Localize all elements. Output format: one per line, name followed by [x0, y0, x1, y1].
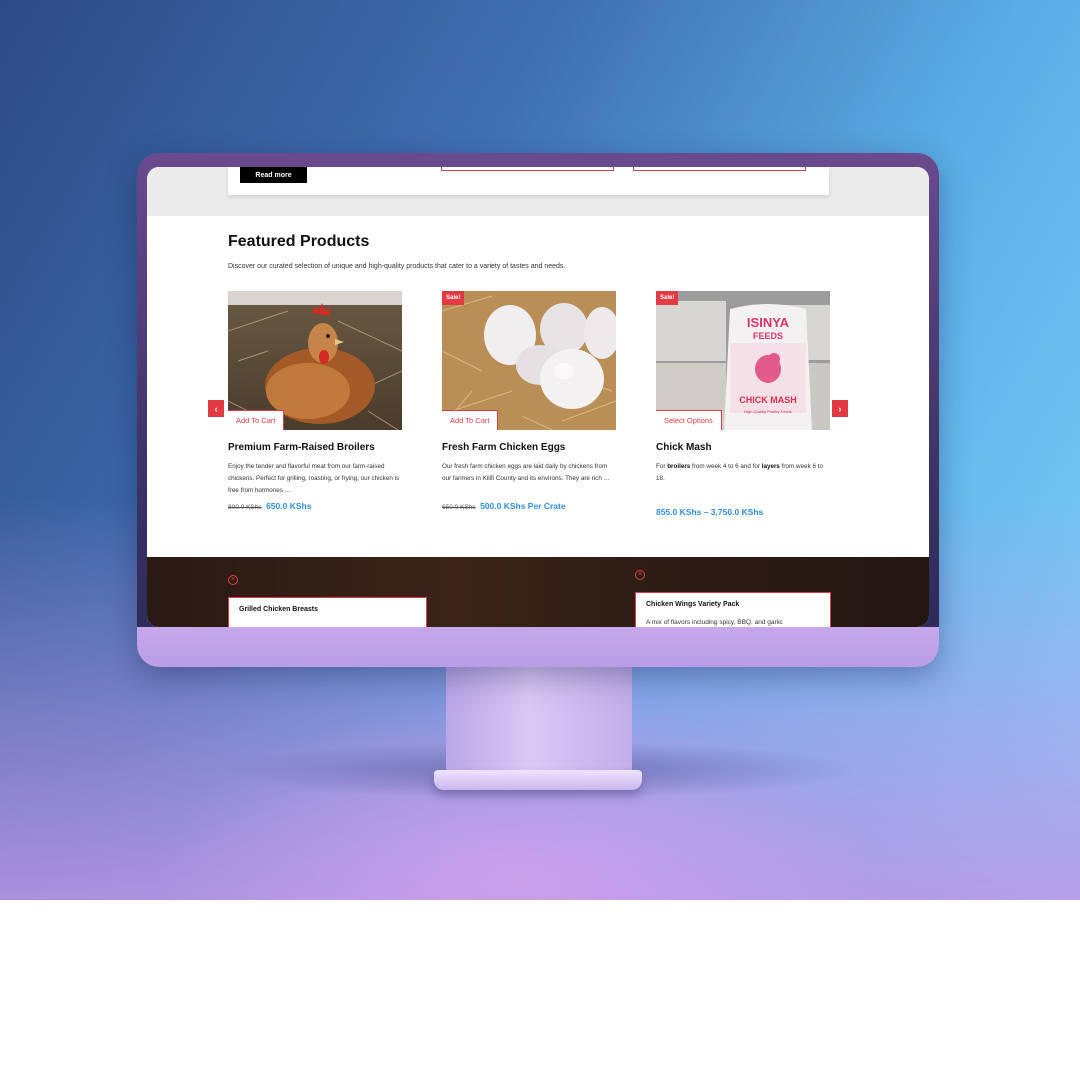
- monitor-stand-base: [434, 770, 642, 790]
- sale-badge: Sale!: [442, 291, 465, 305]
- section-description: Discover our curated selection of unique…: [228, 263, 566, 270]
- old-price: 800.0 KShs: [228, 504, 262, 511]
- product-description: Our fresh farm chicken eggs are laid dai…: [442, 463, 610, 482]
- svg-text:CHICK MASH: CHICK MASH: [739, 395, 797, 405]
- promo-card[interactable]: Grilled Chicken Breasts: [228, 597, 427, 627]
- add-to-cart-button[interactable]: Add To Cart: [442, 410, 499, 430]
- old-price: 650.0 KShs: [442, 504, 476, 511]
- svg-text:ISINYA: ISINYA: [747, 315, 790, 330]
- monitor-stand-neck: [446, 664, 632, 782]
- read-more-button[interactable]: Read more: [240, 167, 307, 183]
- add-to-cart-button[interactable]: Add To Cart: [228, 410, 285, 430]
- sale-price: 650.0 KShs: [266, 501, 312, 511]
- monitor-screen: Read more Featured Products Discover our…: [147, 167, 929, 627]
- monitor-chin: [137, 627, 939, 667]
- product-price: 650.0 KShs 500.0 KShs Per Crate: [442, 496, 566, 514]
- chevron-left-icon: ‹: [214, 403, 218, 414]
- close-icon[interactable]: ×: [228, 575, 238, 585]
- product-name[interactable]: Fresh Farm Chicken Eggs: [442, 442, 565, 453]
- price-range: 855.0 KShs – 3,750.0 KShs: [656, 507, 764, 517]
- promo-title: Chicken Wings Variety Pack: [646, 601, 740, 608]
- select-options-button[interactable]: Select Options: [656, 410, 722, 430]
- red-divider: [441, 167, 614, 171]
- product-name[interactable]: Chick Mash: [656, 442, 712, 453]
- product-description: Enjoy the tender and flavorful meat from…: [228, 463, 400, 494]
- previous-section-card: Read more: [228, 167, 829, 195]
- product-image-eggs[interactable]: Sale! Add To Cart: [442, 291, 616, 430]
- svg-text:High Quality Poultry Feeds: High Quality Poultry Feeds: [744, 409, 792, 414]
- carousel-next-button[interactable]: ›: [832, 400, 848, 417]
- product-image-broiler[interactable]: Add To Cart: [228, 291, 402, 430]
- chevron-right-icon: ›: [838, 403, 842, 414]
- sale-badge: Sale!: [656, 291, 679, 305]
- section-title: Featured Products: [228, 233, 370, 250]
- product-price-range: 855.0 KShs – 3,750.0 KShs: [656, 502, 763, 520]
- product-name[interactable]: Premium Farm-Raised Broilers: [228, 442, 375, 453]
- promo-title: Grilled Chicken Breasts: [239, 606, 318, 613]
- sale-price: 500.0 KShs Per Crate: [480, 501, 566, 511]
- promo-card[interactable]: Chicken Wings Variety Pack A mix of flav…: [635, 592, 831, 627]
- carousel-prev-button[interactable]: ‹: [208, 400, 224, 417]
- product-image-chick-mash[interactable]: ISINYA FEEDS CHICK MASH High Quality Pou…: [656, 291, 830, 430]
- red-divider: [633, 167, 806, 171]
- product-price: 800.0 KShs 650.0 KShs: [228, 496, 311, 514]
- promo-description: A mix of flavors including spicy, BBQ, a…: [646, 619, 783, 626]
- svg-text:FEEDS: FEEDS: [753, 331, 783, 341]
- product-card: Add To Cart Premium Farm-Raised Broilers…: [228, 291, 402, 511]
- close-icon[interactable]: ×: [635, 570, 645, 580]
- product-card: Sale! Add To Cart Fresh Farm Chicken Egg…: [442, 291, 616, 511]
- product-card: ISINYA FEEDS CHICK MASH High Quality Pou…: [656, 291, 830, 517]
- product-description: For broilers from week 4 to 6 and for la…: [656, 463, 823, 482]
